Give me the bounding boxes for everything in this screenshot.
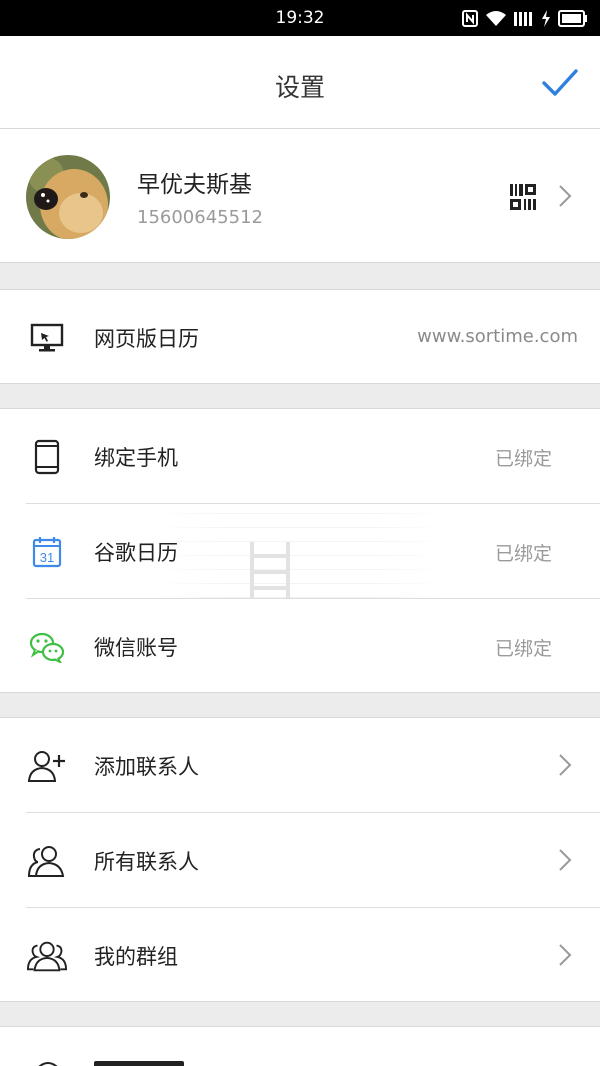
confirm-button[interactable] bbox=[540, 66, 580, 100]
wechat-row[interactable]: 微信账号 已绑定 bbox=[0, 599, 600, 693]
battery-icon bbox=[558, 9, 587, 27]
web-calendar-url[interactable]: www.sortime.com bbox=[417, 326, 578, 347]
phone-icon bbox=[27, 437, 67, 477]
my-groups-label: 我的群组 bbox=[94, 945, 178, 969]
profile-card[interactable]: 早优夫斯基 15600645512 bbox=[0, 129, 600, 263]
google-calendar-row[interactable]: 31 谷歌日历 已绑定 bbox=[0, 504, 600, 598]
header: 设置 bbox=[0, 36, 600, 129]
my-groups-row[interactable]: 我的群组 bbox=[0, 908, 600, 1002]
all-contacts-row[interactable]: 所有联系人 bbox=[0, 813, 600, 907]
svg-text:31: 31 bbox=[40, 550, 54, 565]
add-contact-label: 添加联系人 bbox=[94, 755, 199, 779]
google-calendar-icon: 31 bbox=[27, 532, 67, 572]
all-contacts-label: 所有联系人 bbox=[94, 850, 199, 874]
profile-phone: 15600645512 bbox=[137, 207, 263, 228]
bindings-card: 绑定手机 已绑定 31 谷歌日历 已绑定 微信账号 已绑定 bbox=[0, 408, 600, 693]
contacts-icon bbox=[27, 841, 67, 881]
wifi-icon bbox=[486, 10, 506, 26]
bind-phone-status: 已绑定 bbox=[494, 448, 552, 470]
google-calendar-label: 谷歌日历 bbox=[94, 541, 178, 565]
next-card-partial bbox=[0, 1026, 600, 1066]
wechat-label: 微信账号 bbox=[94, 636, 178, 660]
bind-phone-label: 绑定手机 bbox=[94, 446, 178, 470]
signal-icon bbox=[514, 11, 532, 26]
charging-icon bbox=[542, 9, 550, 27]
nfc-icon bbox=[462, 9, 478, 27]
contacts-card: 添加联系人 所有联系人 我的群组 bbox=[0, 717, 600, 1002]
web-calendar-card[interactable]: 网页版日历 www.sortime.com bbox=[0, 289, 600, 384]
wechat-status: 已绑定 bbox=[494, 638, 552, 660]
status-icons bbox=[462, 9, 588, 27]
web-calendar-row[interactable]: 网页版日历 www.sortime.com bbox=[0, 290, 600, 384]
web-calendar-label: 网页版日历 bbox=[94, 327, 199, 351]
group-icon bbox=[27, 936, 67, 976]
qr-code-icon[interactable] bbox=[508, 182, 538, 212]
monitor-icon bbox=[27, 318, 67, 358]
google-calendar-status: 已绑定 bbox=[494, 543, 552, 565]
chevron-right-icon bbox=[559, 185, 572, 207]
page-title: 设置 bbox=[274, 73, 325, 102]
add-contact-icon bbox=[27, 746, 67, 786]
chevron-right-icon bbox=[559, 944, 572, 966]
partial-row-label bbox=[94, 1061, 184, 1066]
status-bar: 19:32 bbox=[0, 0, 600, 36]
add-contact-row[interactable]: 添加联系人 bbox=[0, 718, 600, 812]
chevron-right-icon bbox=[559, 754, 572, 776]
chevron-right-icon bbox=[559, 849, 572, 871]
bind-phone-row[interactable]: 绑定手机 已绑定 bbox=[0, 409, 600, 503]
partial-row-icon bbox=[38, 1062, 58, 1066]
checkmark-icon bbox=[542, 69, 578, 96]
wechat-icon bbox=[27, 627, 67, 667]
avatar bbox=[26, 155, 110, 239]
profile-name: 早优夫斯基 bbox=[137, 172, 252, 198]
